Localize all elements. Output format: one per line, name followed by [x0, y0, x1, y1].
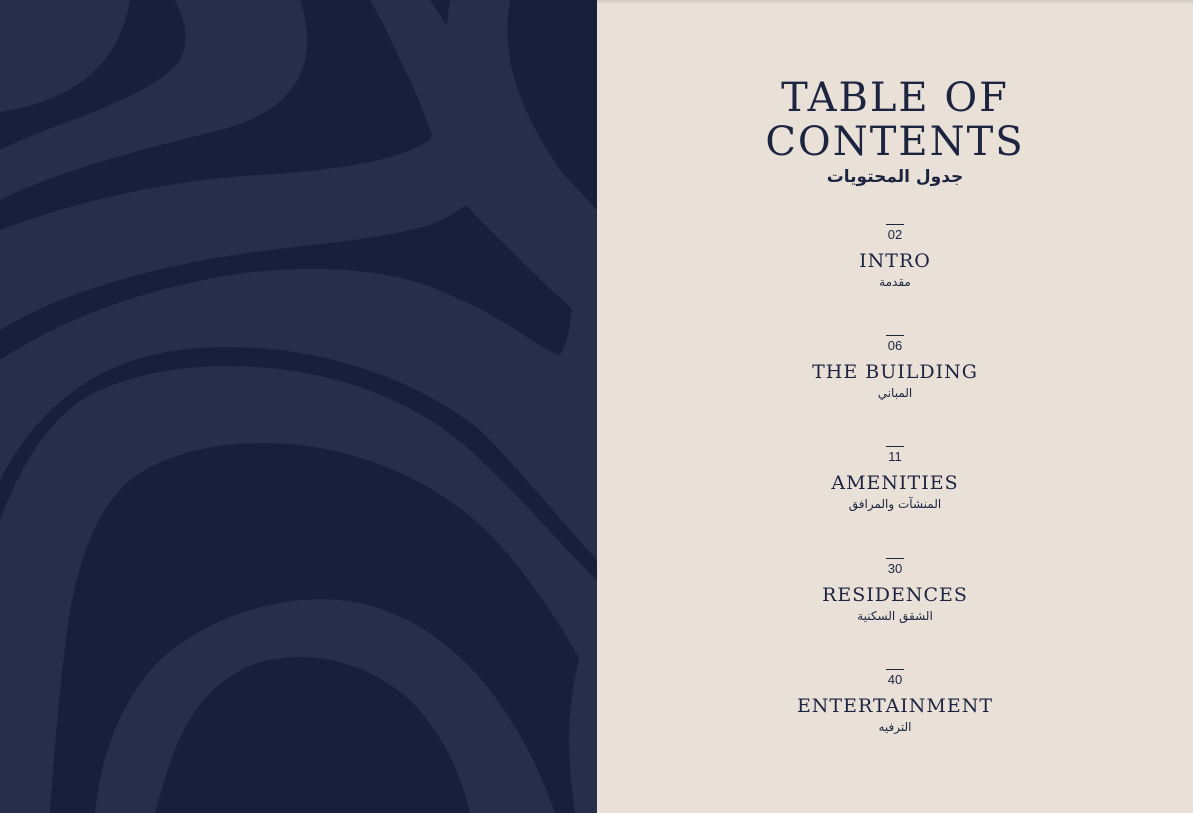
entry-title-arabic: الشقق السكنية: [857, 609, 933, 623]
entry-divider: [886, 669, 904, 670]
entry-title: THE BUILDING: [812, 361, 978, 383]
page-title-arabic: جدول المحتويات: [826, 167, 964, 187]
entry-title: INTRO: [859, 250, 931, 272]
wave-pattern-graphic: [0, 0, 597, 813]
entry-page-number: 11: [888, 449, 902, 464]
contents-page: TABLE OF CONTENTS جدول المحتويات 02 INTR…: [597, 0, 1193, 813]
page-title-line2: CONTENTS: [765, 119, 1025, 165]
entry-title: ENTERTAINMENT: [796, 695, 994, 717]
entry-title-arabic: مقدمة: [879, 275, 911, 289]
toc-entry-entertainment[interactable]: 40 ENTERTAINMENT الترفيه: [597, 669, 1193, 736]
entry-title: RESIDENCES: [822, 584, 968, 606]
entry-page-number: 30: [887, 561, 903, 576]
page-title: TABLE OF CONTENTS: [597, 76, 1193, 164]
toc-entry-intro[interactable]: 02 INTRO مقدمة: [597, 224, 1193, 291]
document-spread: TABLE OF CONTENTS جدول المحتويات 02 INTR…: [0, 0, 1193, 813]
entry-divider: [886, 224, 904, 225]
entry-page-number: 40: [887, 672, 903, 687]
entry-divider: [886, 558, 904, 559]
entry-title: AMENITIES: [831, 472, 959, 494]
decorative-pattern-panel: [0, 0, 597, 813]
entry-divider: [886, 335, 904, 336]
entry-page-number: 02: [887, 227, 903, 242]
toc-entry-the-building[interactable]: 06 THE BUILDING المباني: [597, 335, 1193, 402]
entry-divider: [886, 446, 904, 447]
entry-title-arabic: المنشآت والمرافق: [848, 497, 942, 511]
entry-title-arabic: الترفيه: [878, 720, 912, 734]
entry-page-number: 06: [887, 338, 903, 353]
page-top-shadow: [597, 0, 1193, 4]
toc-entry-amenities[interactable]: 11 AMENITIES المنشآت والمرافق: [597, 446, 1193, 513]
toc-entry-residences[interactable]: 30 RESIDENCES الشقق السكنية: [597, 558, 1193, 625]
page-title-line1: TABLE OF: [781, 75, 1009, 121]
entry-title-arabic: المباني: [877, 386, 913, 400]
